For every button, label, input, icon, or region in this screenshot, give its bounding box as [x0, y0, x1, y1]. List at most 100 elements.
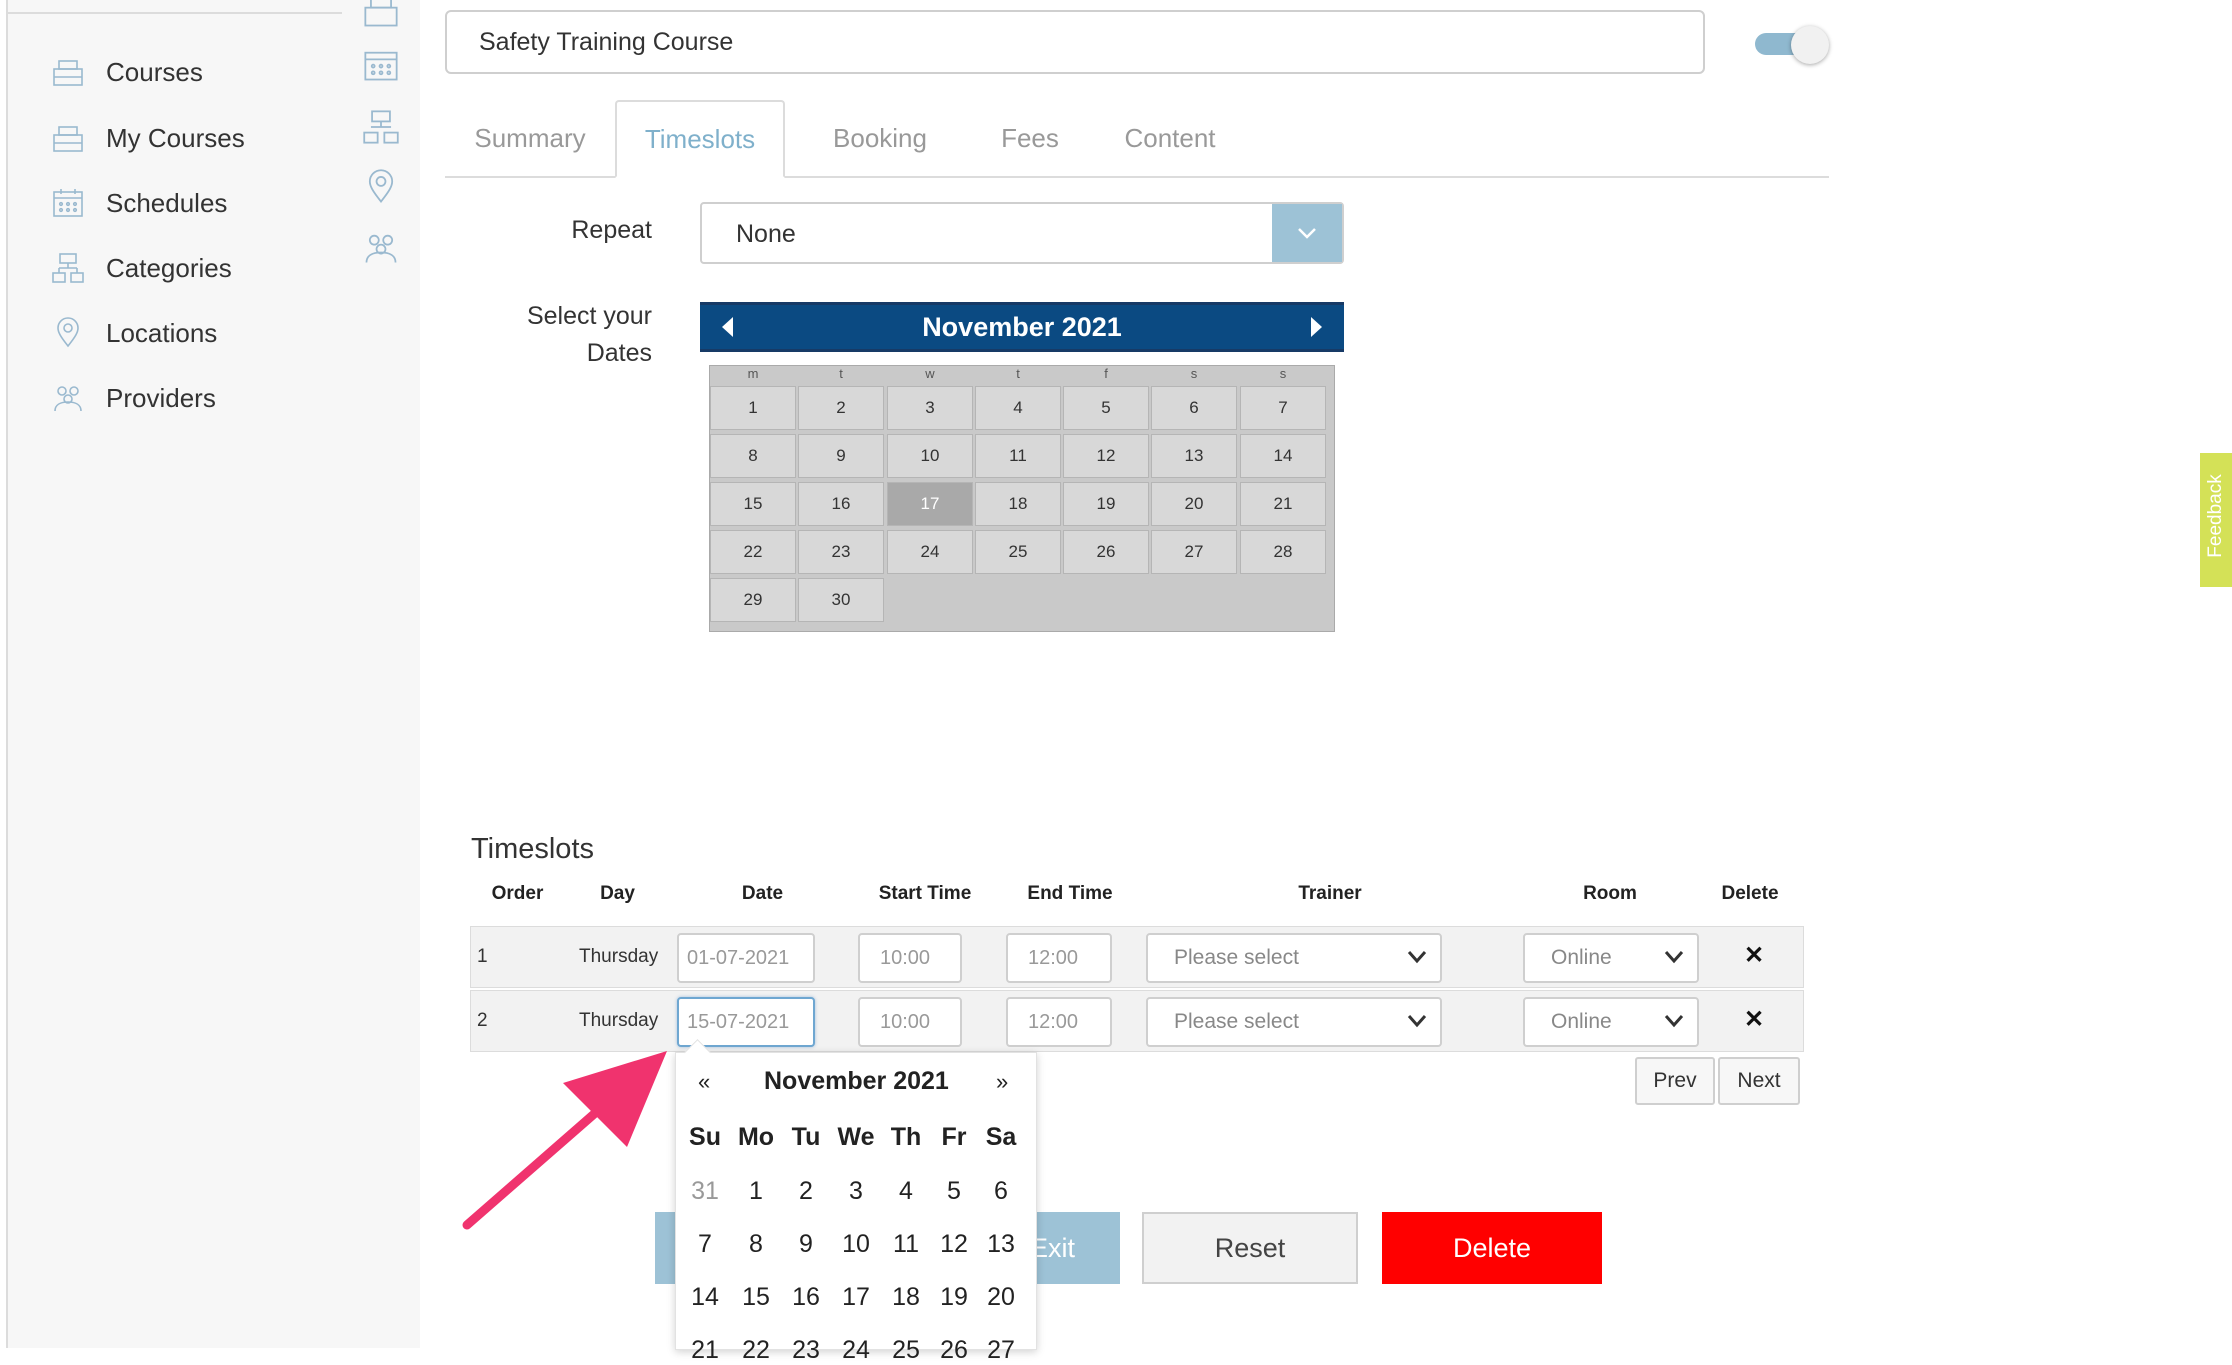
- calendar-day[interactable]: 7: [1240, 386, 1326, 430]
- datepicker-day[interactable]: 31: [680, 1177, 730, 1206]
- calendar-day[interactable]: 12: [1063, 434, 1149, 478]
- datepicker-day[interactable]: 27: [976, 1336, 1026, 1365]
- tab-timeslots[interactable]: Timeslots: [615, 100, 785, 178]
- datepicker-prev[interactable]: «: [698, 1069, 710, 1095]
- feedback-tab[interactable]: Feedback: [2200, 453, 2232, 587]
- calendar-day[interactable]: 29: [710, 578, 796, 622]
- calendar-day[interactable]: 15: [710, 482, 796, 526]
- start-time-input[interactable]: 10:00: [858, 933, 962, 983]
- datepicker-day[interactable]: 18: [881, 1283, 931, 1312]
- datepicker-day[interactable]: 17: [831, 1283, 881, 1312]
- next-month-icon[interactable]: [1311, 317, 1322, 337]
- end-time-input[interactable]: 12:00: [1006, 997, 1112, 1047]
- datepicker-day[interactable]: 10: [831, 1230, 881, 1259]
- location-pin-icon[interactable]: [362, 168, 400, 206]
- tab-fees[interactable]: Fees: [955, 100, 1105, 176]
- room-select[interactable]: Online: [1523, 933, 1699, 983]
- calendar-day[interactable]: 18: [975, 482, 1061, 526]
- calendar-day[interactable]: 24: [887, 530, 973, 574]
- datepicker-day[interactable]: 14: [680, 1283, 730, 1312]
- calendar-day[interactable]: 16: [798, 482, 884, 526]
- datepicker-month[interactable]: November 2021: [764, 1067, 949, 1096]
- prev-month-icon[interactable]: [722, 317, 733, 337]
- active-toggle[interactable]: [1755, 26, 1829, 64]
- datepicker-day[interactable]: 5: [929, 1177, 979, 1206]
- tab-summary[interactable]: Summary: [445, 100, 615, 176]
- calendar-day[interactable]: 9: [798, 434, 884, 478]
- calendar-day[interactable]: 13: [1151, 434, 1237, 478]
- datepicker-day[interactable]: 25: [881, 1336, 931, 1365]
- calendar-day[interactable]: 27: [1151, 530, 1237, 574]
- datepicker-weekday: Tu: [791, 1123, 821, 1151]
- datepicker-day[interactable]: 20: [976, 1283, 1026, 1312]
- end-time-input[interactable]: 12:00: [1006, 933, 1112, 983]
- delete-row-icon[interactable]: ✕: [1744, 941, 1764, 970]
- sidebar-item-providers[interactable]: Providers: [48, 373, 216, 423]
- calendar-day[interactable]: 20: [1151, 482, 1237, 526]
- calendar-header: November 2021: [700, 302, 1344, 352]
- sidebar-item-categories[interactable]: Categories: [48, 243, 232, 293]
- calendar-day[interactable]: 28: [1240, 530, 1326, 574]
- calendar-day[interactable]: 10: [887, 434, 973, 478]
- datepicker-day[interactable]: 7: [680, 1230, 730, 1259]
- datepicker-day[interactable]: 6: [976, 1177, 1026, 1206]
- datepicker-day[interactable]: 11: [881, 1230, 931, 1259]
- datepicker-day[interactable]: 4: [881, 1177, 931, 1206]
- reset-button[interactable]: Reset: [1142, 1212, 1358, 1284]
- tab-content[interactable]: Content: [1085, 100, 1255, 176]
- datepicker-day[interactable]: 12: [929, 1230, 979, 1259]
- calendar-day[interactable]: 4: [975, 386, 1061, 430]
- delete-row-icon[interactable]: ✕: [1744, 1005, 1764, 1034]
- trainer-select[interactable]: Please select: [1146, 933, 1442, 983]
- calendar-icon[interactable]: [362, 46, 400, 84]
- datepicker-day[interactable]: 3: [831, 1177, 881, 1206]
- calendar-day[interactable]: 1: [710, 386, 796, 430]
- categories-icon[interactable]: [362, 108, 400, 146]
- datepicker-day[interactable]: 8: [731, 1230, 781, 1259]
- calendar-day[interactable]: 21: [1240, 482, 1326, 526]
- datepicker-day[interactable]: 2: [781, 1177, 831, 1206]
- calendar-day[interactable]: 11: [975, 434, 1061, 478]
- prev-page-button[interactable]: Prev: [1635, 1057, 1715, 1105]
- date-input[interactable]: 01-07-2021: [677, 933, 815, 983]
- calendar-day[interactable]: 25: [975, 530, 1061, 574]
- calendar-day[interactable]: 5: [1063, 386, 1149, 430]
- sidebar-item-schedules[interactable]: Schedules: [48, 178, 227, 228]
- datepicker-day[interactable]: 15: [731, 1283, 781, 1312]
- sidebar-item-my-courses[interactable]: My Courses: [48, 113, 245, 163]
- calendar-day[interactable]: 14: [1240, 434, 1326, 478]
- datepicker-day[interactable]: 1: [731, 1177, 781, 1206]
- calendar-day[interactable]: 17: [887, 482, 973, 526]
- calendar-day[interactable]: 30: [798, 578, 884, 622]
- datepicker-day[interactable]: 19: [929, 1283, 979, 1312]
- sidebar-item-locations[interactable]: Locations: [48, 308, 217, 358]
- calendar-day[interactable]: 19: [1063, 482, 1149, 526]
- room-select[interactable]: Online: [1523, 997, 1699, 1047]
- calendar-day[interactable]: 8: [710, 434, 796, 478]
- trainer-select[interactable]: Please select: [1146, 997, 1442, 1047]
- calendar-day[interactable]: 2: [798, 386, 884, 430]
- calendar-day[interactable]: 26: [1063, 530, 1149, 574]
- calendar-day[interactable]: 23: [798, 530, 884, 574]
- tab-booking[interactable]: Booking: [795, 100, 965, 176]
- datepicker-day[interactable]: 21: [680, 1336, 730, 1365]
- datepicker-next[interactable]: »: [996, 1069, 1008, 1095]
- calendar-day[interactable]: 22: [710, 530, 796, 574]
- providers-icon[interactable]: [362, 229, 400, 267]
- datepicker-day[interactable]: 22: [731, 1336, 781, 1365]
- delete-button[interactable]: Delete: [1382, 1212, 1602, 1284]
- sidebar-item-courses[interactable]: Courses: [48, 47, 203, 97]
- datepicker-day[interactable]: 16: [781, 1283, 831, 1312]
- datepicker-day[interactable]: 13: [976, 1230, 1026, 1259]
- repeat-select[interactable]: None: [700, 202, 1344, 264]
- courses-icon[interactable]: [362, 0, 400, 30]
- datepicker-day[interactable]: 24: [831, 1336, 881, 1365]
- next-page-button[interactable]: Next: [1718, 1057, 1800, 1105]
- datepicker-day[interactable]: 23: [781, 1336, 831, 1365]
- course-name-input[interactable]: Safety Training Course: [445, 10, 1705, 74]
- datepicker-day[interactable]: 9: [781, 1230, 831, 1259]
- datepicker-day[interactable]: 26: [929, 1336, 979, 1365]
- calendar-day[interactable]: 3: [887, 386, 973, 430]
- calendar-day[interactable]: 6: [1151, 386, 1237, 430]
- start-time-input[interactable]: 10:00: [858, 997, 962, 1047]
